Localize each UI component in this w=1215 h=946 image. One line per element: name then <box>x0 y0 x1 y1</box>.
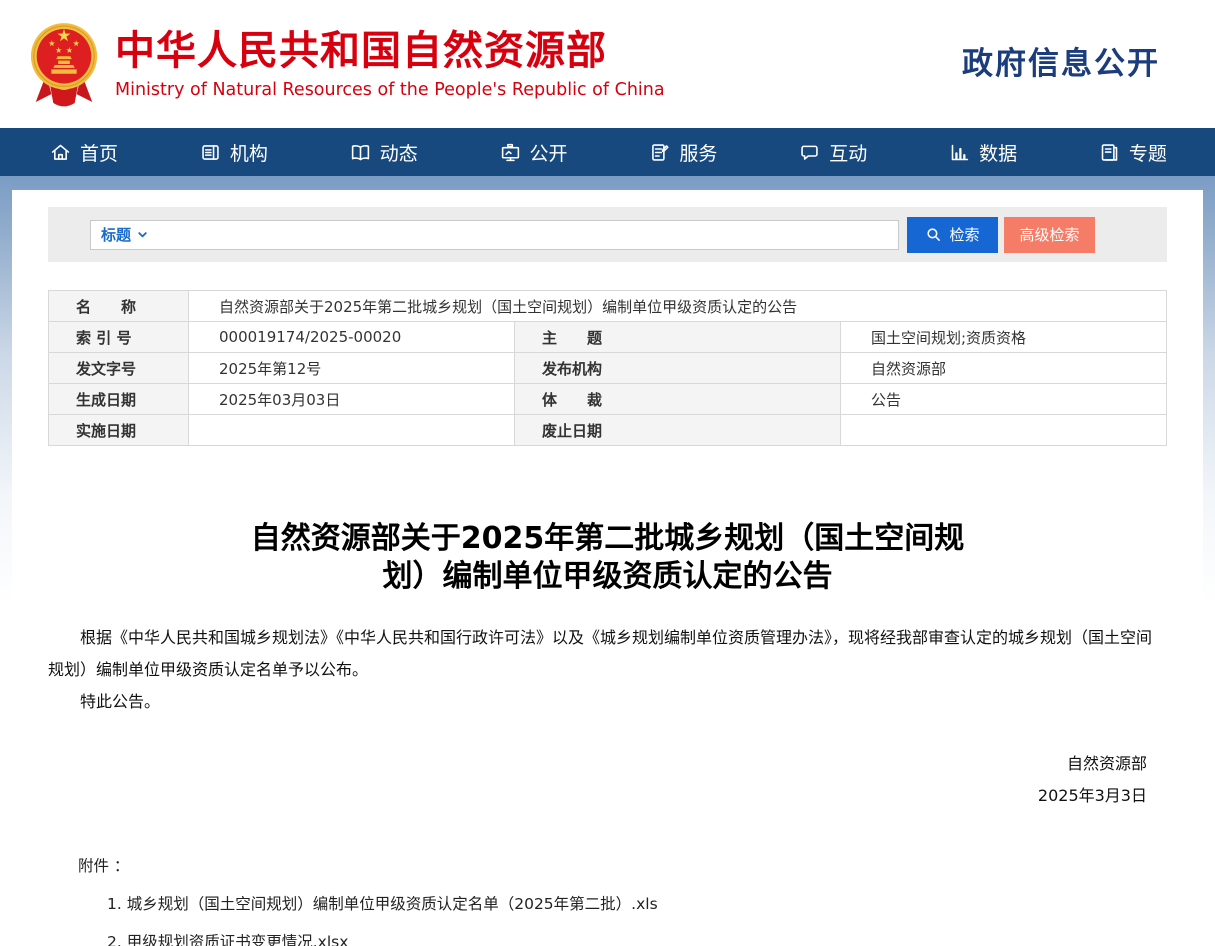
meta-value-effective-date <box>189 415 515 446</box>
table-row: 生成日期 2025年03月03日 体 裁 公告 <box>49 384 1167 415</box>
meta-label-effective-date: 实施日期 <box>49 415 189 446</box>
search-field-label: 标题 <box>101 224 131 245</box>
content-container: 标题 检索 高级检索 名 称 自然资源部关于2025年第二批城乡规划（国土空间规… <box>12 190 1203 946</box>
meta-label-index: 索 引 号 <box>49 322 189 353</box>
content-background: 标题 检索 高级检索 名 称 自然资源部关于2025年第二批城乡规划（国土空间规… <box>0 176 1215 946</box>
section-title: 政府信息公开 <box>962 38 1160 83</box>
meta-value-subject: 国土空间规划;资质资格 <box>841 322 1167 353</box>
table-row: 名 称 自然资源部关于2025年第二批城乡规划（国土空间规划）编制单位甲级资质认… <box>49 291 1167 322</box>
nav-item-label: 服务 <box>679 139 717 166</box>
nav-item-interaction[interactable]: 互动 <box>799 139 867 166</box>
nav-item-label: 数据 <box>979 139 1017 166</box>
home-icon <box>50 142 71 163</box>
meta-value-genre: 公告 <box>841 384 1167 415</box>
interaction-chat-icon <box>799 142 820 163</box>
attachment-link[interactable]: 2. 甲级规划资质证书变更情况.xlsx <box>107 930 1167 946</box>
meta-label-repeal-date: 废止日期 <box>515 415 841 446</box>
news-book-icon <box>350 142 371 163</box>
attachments-section: 附件 ： 1. 城乡规划（国土空间规划）编制单位甲级资质认定名单（2025年第二… <box>78 854 1167 946</box>
nav-item-disclosure[interactable]: 公开 <box>500 139 568 166</box>
attachments-label: 附件 ： <box>78 854 1167 879</box>
document-paragraph: 根据《中华人民共和国城乡规划法》《中华人民共和国行政许可法》以及《城乡规划编制单… <box>48 622 1167 686</box>
document-metadata-table: 名 称 自然资源部关于2025年第二批城乡规划（国土空间规划）编制单位甲级资质认… <box>48 290 1167 446</box>
nav-item-data[interactable]: 数据 <box>949 139 1017 166</box>
meta-label-doc-number: 发文字号 <box>49 353 189 384</box>
site-header: 中华人民共和国自然资源部 Ministry of Natural Resourc… <box>0 0 1215 128</box>
meta-label-issuer: 发布机构 <box>515 353 841 384</box>
meta-value-created-date: 2025年03月03日 <box>189 384 515 415</box>
signature-date: 2025年3月3日 <box>12 780 1147 812</box>
site-subtitle-en: Ministry of Natural Resources of the Peo… <box>115 80 665 100</box>
site-title: 中华人民共和国自然资源部 <box>115 28 665 74</box>
data-chart-icon <box>949 142 970 163</box>
nav-item-label: 专题 <box>1129 139 1167 166</box>
search-input[interactable]: 标题 <box>90 220 899 250</box>
meta-value-repeal-date <box>841 415 1167 446</box>
advanced-search-button[interactable]: 高级检索 <box>1004 217 1095 253</box>
meta-label-subject: 主 题 <box>515 322 841 353</box>
chevron-down-icon <box>136 228 149 241</box>
national-emblem-icon <box>27 15 101 113</box>
disclosure-monitor-icon <box>500 142 521 163</box>
meta-value-index: 000019174/2025-00020 <box>189 322 515 353</box>
search-button[interactable]: 检索 <box>907 217 998 253</box>
nav-item-home[interactable]: 首页 <box>50 139 118 166</box>
organization-icon <box>200 142 221 163</box>
national-emblem-logo <box>27 15 101 113</box>
attachment-link[interactable]: 1. 城乡规划（国土空间规划）编制单位甲级资质认定名单（2025年第二批）.xl… <box>107 892 1167 917</box>
nav-item-organization[interactable]: 机构 <box>200 139 268 166</box>
document-paragraph: 特此公告。 <box>48 686 1167 718</box>
nav-item-topics[interactable]: 专题 <box>1099 139 1167 166</box>
topics-document-icon <box>1099 142 1120 163</box>
nav-item-label: 互动 <box>829 139 867 166</box>
nav-item-label: 机构 <box>230 139 268 166</box>
table-row: 发文字号 2025年第12号 发布机构 自然资源部 <box>49 353 1167 384</box>
nav-item-label: 公开 <box>530 139 568 166</box>
search-field-selector[interactable]: 标题 <box>101 224 149 245</box>
signature-block: 自然资源部 2025年3月3日 <box>12 748 1147 812</box>
header-titles: 中华人民共和国自然资源部 Ministry of Natural Resourc… <box>115 28 665 100</box>
search-button-label: 检索 <box>949 224 979 245</box>
meta-value-doc-number: 2025年第12号 <box>189 353 515 384</box>
meta-value-name: 自然资源部关于2025年第二批城乡规划（国土空间规划）编制单位甲级资质认定的公告 <box>189 291 1167 322</box>
page: 中华人民共和国自然资源部 Ministry of Natural Resourc… <box>0 0 1215 946</box>
meta-label-genre: 体 裁 <box>515 384 841 415</box>
main-nav: 首页 机构 动态 公开 服务 <box>0 128 1215 176</box>
table-row: 实施日期 废止日期 <box>49 415 1167 446</box>
signature-org: 自然资源部 <box>12 748 1147 780</box>
search-bar: 标题 检索 高级检索 <box>48 207 1167 262</box>
document-title: 自然资源部关于2025年第二批城乡规划（国土空间规划）编制单位甲级资质认定的公告 <box>235 520 980 596</box>
meta-label-name: 名 称 <box>49 291 189 322</box>
nav-item-services[interactable]: 服务 <box>649 139 717 166</box>
service-document-icon <box>649 142 670 163</box>
nav-item-label: 动态 <box>380 139 418 166</box>
meta-label-created-date: 生成日期 <box>49 384 189 415</box>
search-icon <box>925 226 942 243</box>
meta-value-issuer: 自然资源部 <box>841 353 1167 384</box>
table-row: 索 引 号 000019174/2025-00020 主 题 国土空间规划;资质… <box>49 322 1167 353</box>
nav-item-news[interactable]: 动态 <box>350 139 418 166</box>
nav-item-label: 首页 <box>80 139 118 166</box>
